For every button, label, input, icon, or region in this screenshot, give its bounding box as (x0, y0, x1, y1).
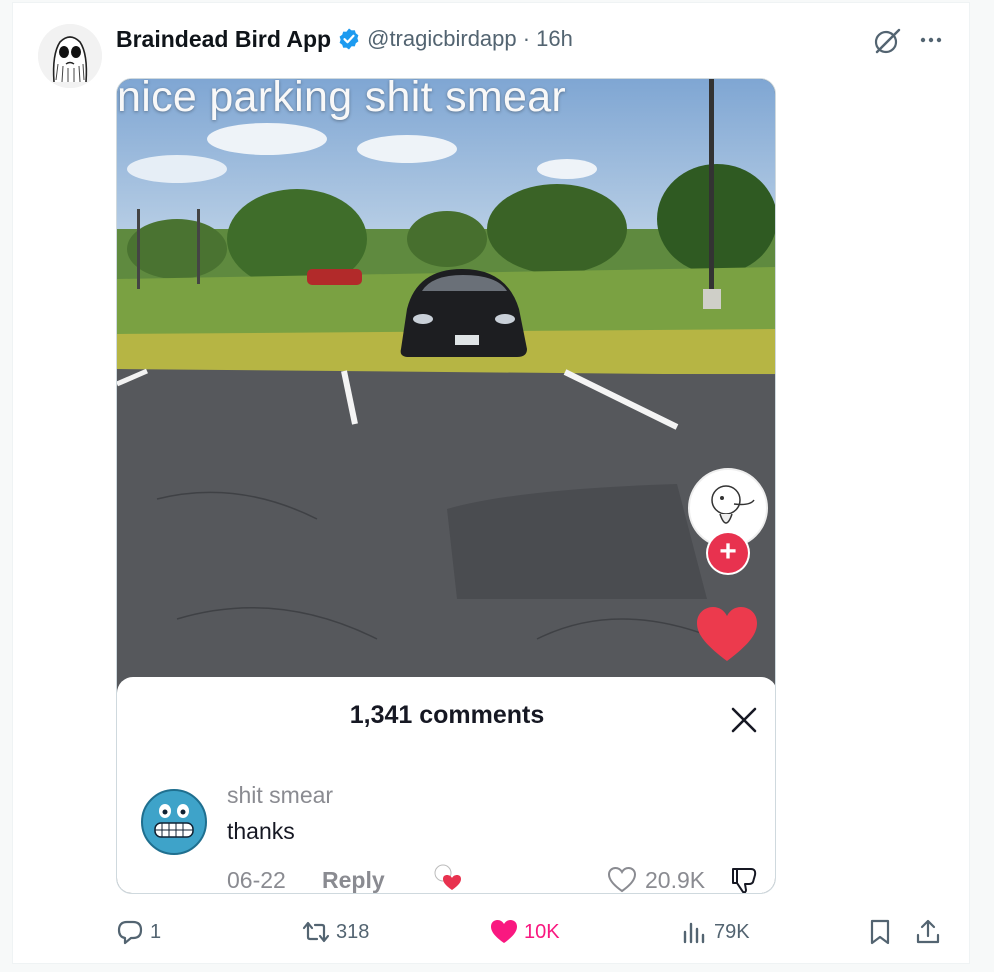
share-icon (916, 919, 940, 944)
reply-count: 1 (150, 920, 162, 943)
tweet-media[interactable]: nice parking shit smear + 1,341 comments… (116, 78, 776, 894)
commenter-avatar-icon[interactable] (141, 789, 207, 855)
comment-like-heart-icon[interactable] (607, 865, 637, 894)
retweet-icon (302, 921, 330, 943)
parking-lot-photo (117, 79, 775, 699)
reply-action[interactable]: 1 (116, 915, 161, 949)
liked-heart-icon (491, 920, 517, 943)
comment-username[interactable]: shit smear (227, 782, 333, 809)
tweet-header: Braindead Bird App @tragicbirdapp · 16h (116, 24, 573, 54)
dislike-icon[interactable] (729, 865, 759, 894)
verified-badge-icon[interactable] (337, 27, 361, 51)
share-action[interactable] (914, 915, 948, 949)
follow-plus-button[interactable]: + (708, 533, 748, 573)
retweet-action[interactable]: 318 (302, 915, 369, 949)
bookmark-action[interactable] (866, 915, 900, 949)
comment-reply-button[interactable]: Reply (322, 867, 385, 893)
more-options-icon[interactable] (916, 28, 946, 52)
author-handle-time[interactable]: @tragicbirdapp · 16h (367, 26, 573, 52)
retweet-count: 318 (336, 920, 370, 943)
author-avatar[interactable] (38, 24, 102, 88)
liked-by-creator-icon (434, 864, 461, 890)
comment-text: thanks (227, 818, 295, 844)
close-icon[interactable] (729, 705, 759, 735)
like-count: 10K (524, 920, 560, 943)
author-name[interactable]: Braindead Bird App (116, 26, 331, 53)
comments-sheet: 1,341 comments shit smear thanks 06-22 R… (117, 677, 775, 894)
comment-date: 06-22 (227, 867, 286, 893)
reply-icon (117, 920, 143, 945)
comments-count-title: 1,341 comments (349, 701, 545, 729)
view-count: 79K (714, 920, 750, 943)
views-chart-icon (683, 922, 705, 944)
video-like-heart-icon[interactable] (697, 607, 757, 663)
grok-icon[interactable] (872, 26, 902, 56)
video-caption: nice parking shit smear (117, 78, 567, 121)
views-action[interactable]: 79K (680, 915, 750, 949)
sketch-ghost-icon (38, 24, 102, 88)
like-action[interactable]: 10K (490, 915, 560, 949)
comment-like-count: 20.9K (645, 867, 706, 893)
bookmark-icon (870, 919, 890, 945)
